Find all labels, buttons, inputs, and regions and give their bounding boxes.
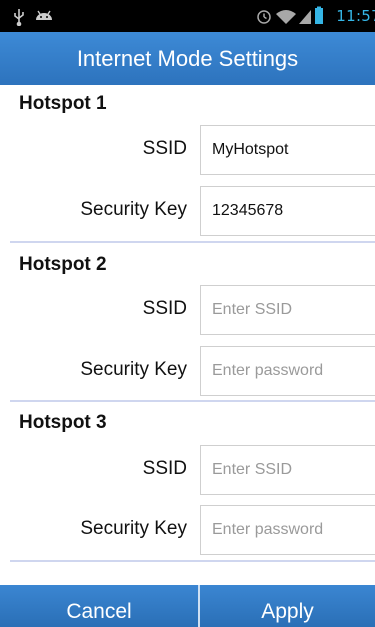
- hotspot-2-key-label: Security Key: [80, 359, 187, 380]
- hotspot-2-ssid-input[interactable]: [200, 285, 375, 335]
- hotspot-1-ssid-label: SSID: [142, 138, 187, 159]
- battery-icon: [315, 6, 323, 24]
- hotspot-2-header: Hotspot 2: [19, 254, 107, 275]
- status-bar: 11:57: [0, 0, 375, 32]
- hotspot-1-key-label: Security Key: [80, 199, 187, 220]
- section-divider: [10, 400, 375, 402]
- hotspot-3-key-label: Security Key: [80, 518, 187, 539]
- hotspot-1-header: Hotspot 1: [19, 93, 107, 114]
- android-debug-icon: [36, 10, 52, 20]
- hotspot-1-ssid-input[interactable]: [200, 125, 375, 175]
- hotspot-2-key-input[interactable]: [200, 346, 375, 396]
- status-left-icons: [14, 9, 52, 26]
- hotspot-2-ssid-label: SSID: [142, 298, 187, 319]
- hotspot-1-key-input[interactable]: [200, 186, 375, 236]
- section-divider: [10, 241, 375, 243]
- hotspot-3-header: Hotspot 3: [19, 412, 107, 433]
- section-divider: [10, 560, 375, 562]
- page-title: Internet Mode Settings: [0, 32, 375, 85]
- settings-screen: 11:57 Internet Mode Settings Hotspot 1 S…: [0, 0, 375, 627]
- hotspot-3-ssid-input[interactable]: [200, 445, 375, 495]
- apply-button[interactable]: Apply: [200, 585, 375, 627]
- hotspot-3-key-input[interactable]: [200, 505, 375, 555]
- usb-icon: [14, 9, 24, 26]
- status-time: 11:57: [336, 7, 375, 25]
- cancel-button[interactable]: Cancel: [0, 585, 198, 627]
- signal-icon: [299, 10, 311, 24]
- hotspot-3-ssid-label: SSID: [142, 458, 187, 479]
- wifi-icon: [276, 10, 296, 24]
- alarm-icon: [257, 10, 271, 24]
